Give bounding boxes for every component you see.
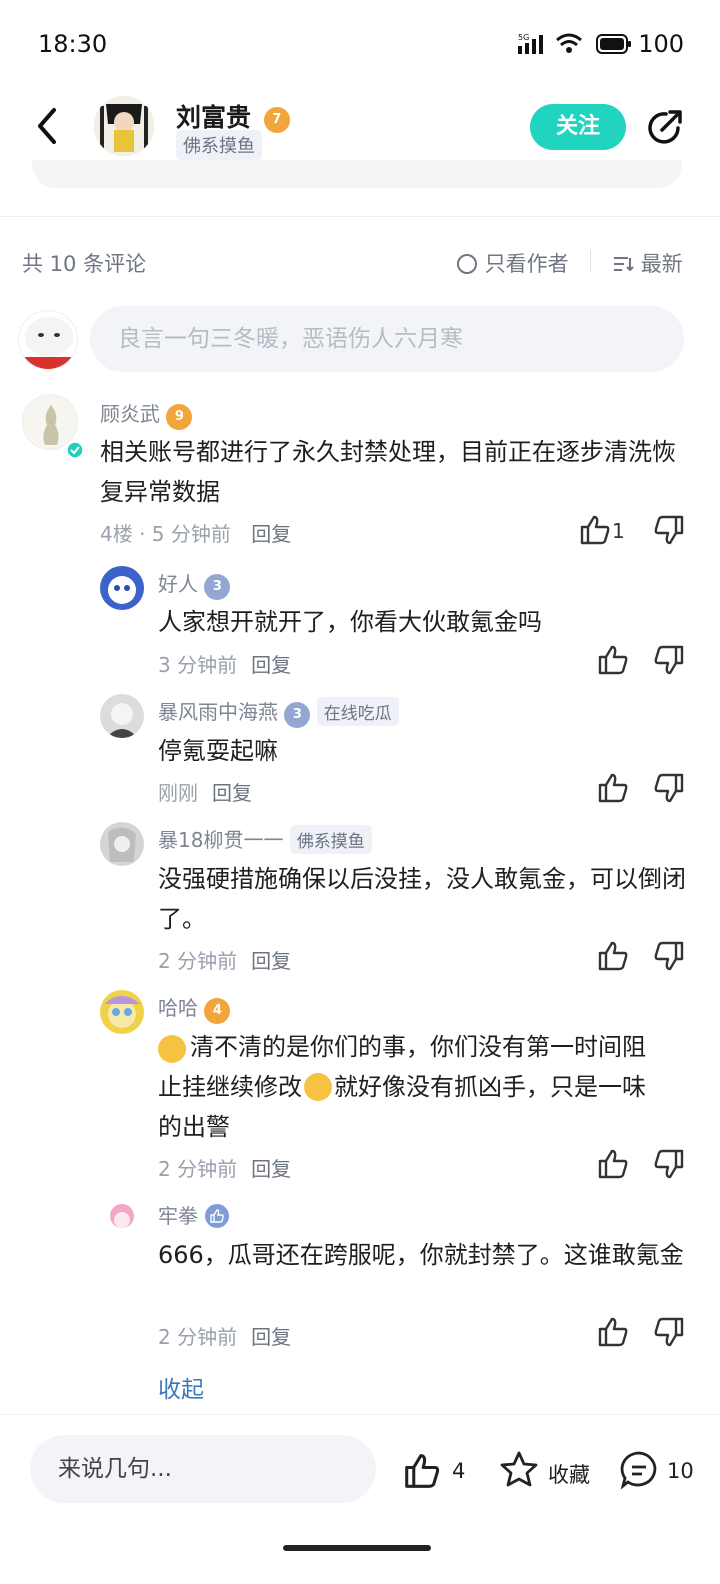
reply-avatar[interactable]: [100, 990, 144, 1034]
reply-button[interactable]: 回复: [251, 1157, 291, 1181]
reply-text: 没强硬措施确保以后没挂，没人敢氪金，可以倒闭了。: [158, 865, 686, 933]
bottom-comment-input[interactable]: 来说几句...: [30, 1435, 376, 1503]
author-tag: 佛系摸鱼: [176, 130, 262, 160]
like-icon[interactable]: [596, 1315, 630, 1349]
reply-text: 停氪耍起嘛: [158, 737, 278, 765]
like-icon[interactable]: [596, 771, 630, 805]
signal-icon: 5G: [518, 33, 543, 54]
reply-button[interactable]: 回复: [251, 1325, 291, 1349]
like-count: 4: [452, 1459, 466, 1483]
reply-text: 666，瓜哥还在跨服呢，你就封禁了。这谁敢氪金: [158, 1241, 684, 1269]
separator: [590, 250, 591, 272]
battery-icon: [596, 34, 631, 54]
like-count: 1: [612, 519, 625, 543]
back-icon[interactable]: [34, 106, 60, 146]
dislike-icon[interactable]: [652, 771, 686, 805]
comment-icon[interactable]: [618, 1449, 660, 1491]
reply-user[interactable]: 哈哈 4: [158, 992, 231, 1024]
dislike-icon[interactable]: [652, 513, 686, 547]
reply-button[interactable]: 回复: [212, 781, 252, 805]
level-badge: 9: [166, 404, 193, 430]
like-icon[interactable]: [596, 939, 630, 973]
level-badge: 3: [204, 574, 231, 600]
reply-button[interactable]: 回复: [251, 949, 291, 973]
like-icon[interactable]: [578, 513, 612, 547]
dislike-icon[interactable]: [652, 1147, 686, 1181]
reply-user[interactable]: 暴风雨中海燕 3 在线吃瓜: [158, 696, 399, 728]
dislike-icon[interactable]: [652, 1315, 686, 1349]
divider: [0, 216, 720, 217]
home-indicator[interactable]: [283, 1545, 431, 1551]
level-badge: 3: [284, 702, 311, 728]
bottom-bar: 来说几句... 4 收藏 10: [0, 1414, 720, 1584]
reply-meta: 2 分钟前 回复: [158, 949, 292, 973]
sort-button[interactable]: 最新: [612, 248, 683, 278]
reply-avatar[interactable]: [100, 822, 144, 866]
status-time: 18:30: [38, 30, 108, 58]
level-badge: 7: [263, 107, 290, 133]
wifi-icon: [556, 33, 582, 53]
like-icon[interactable]: [402, 1451, 442, 1491]
reply-avatar[interactable]: [100, 1198, 144, 1242]
favorite-label[interactable]: 收藏: [548, 1459, 590, 1489]
dislike-icon[interactable]: [652, 939, 686, 973]
commenter-name[interactable]: 顾炎武 9: [100, 398, 193, 430]
author-avatar[interactable]: [94, 96, 154, 156]
star-icon[interactable]: [498, 1449, 540, 1491]
reply-user[interactable]: 好人 3: [158, 568, 231, 600]
comment-input[interactable]: 良言一句三冬暖，恶语伤人六月寒: [90, 306, 684, 372]
collapse-button[interactable]: 收起: [158, 1370, 204, 1404]
share-icon[interactable]: [644, 106, 686, 148]
reply-user[interactable]: 暴18柳贯一一 佛系摸鱼: [158, 824, 372, 854]
reply-meta: 2 分钟前 回复: [158, 1157, 292, 1181]
radio-icon: [457, 254, 477, 274]
reply-user[interactable]: 牢拳: [158, 1200, 230, 1229]
status-bar: 18:30 5G 100: [0, 0, 720, 88]
emoji-icon: [158, 1035, 186, 1063]
comment-text: 相关账号都进行了永久封禁处理，目前正在逐步清洗恢复异常数据: [100, 438, 676, 506]
user-tag: 佛系摸鱼: [289, 825, 372, 854]
user-tag: 在线吃瓜: [316, 697, 399, 726]
reply-avatar[interactable]: [100, 566, 144, 610]
reply-button[interactable]: 回复: [251, 653, 291, 677]
reply-button[interactable]: 回复: [251, 522, 291, 546]
reply-meta: 2 分钟前 回复: [158, 1325, 292, 1349]
like-icon[interactable]: [596, 1147, 630, 1181]
battery-level: 100: [638, 30, 684, 58]
verified-icon: [66, 441, 84, 459]
level-badge: 4: [204, 998, 231, 1024]
author-only-toggle[interactable]: 只看作者: [456, 248, 569, 278]
reply-meta: 3 分钟前 回复: [158, 653, 292, 677]
post-card-edge: [32, 160, 682, 188]
like-icon[interactable]: [596, 643, 630, 677]
my-avatar[interactable]: [18, 310, 78, 370]
comment-count: 10: [667, 1459, 694, 1483]
comment-count: 共 10 条评论: [22, 252, 147, 276]
reply-meta: 刚刚 回复: [158, 781, 252, 805]
sort-icon: [614, 257, 634, 272]
dislike-icon[interactable]: [652, 643, 686, 677]
reply-text: 清不清的是你们的事，你们没有第一时间阻 止挂继续修改 就好像没有抓凶手，只是一味 …: [158, 1033, 646, 1141]
reply-avatar[interactable]: [100, 694, 144, 738]
comment-meta: 4楼 · 5 分钟前 回复: [100, 522, 292, 546]
svg-text:5G: 5G: [518, 33, 529, 42]
follow-button[interactable]: 关注: [530, 104, 626, 150]
comments-bar: 共 10 条评论 只看作者 最新: [0, 240, 720, 284]
thumb-badge-icon: [205, 1204, 230, 1228]
author-name[interactable]: 刘富贵 7: [176, 98, 290, 134]
reply-text: 人家想开就开了，你看大伙敢氪金吗: [158, 608, 542, 636]
smile-emoji-icon: [304, 1073, 332, 1101]
